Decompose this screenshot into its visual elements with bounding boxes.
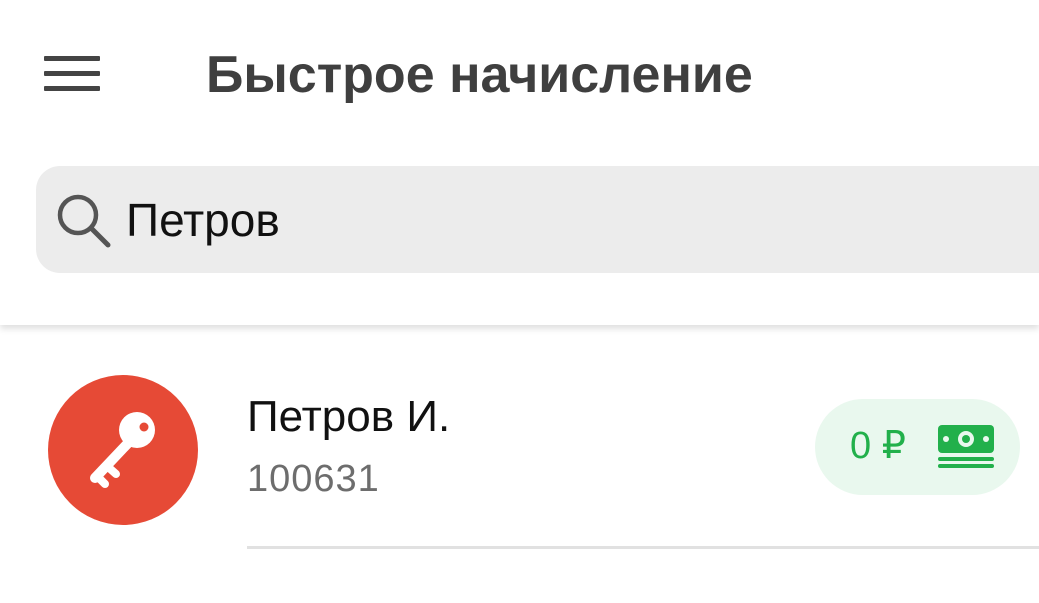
- search-input[interactable]: [126, 186, 1006, 254]
- app-screen: Быстрое начисление Петров И. 100631 0: [0, 0, 1039, 603]
- divider: [247, 546, 1039, 549]
- key-icon: [90, 412, 155, 488]
- balance-button[interactable]: 0 ₽: [815, 399, 1020, 495]
- search-icon: [57, 194, 111, 248]
- list-item[interactable]: Петров И. 100631 0 ₽: [0, 325, 1039, 547]
- money-icon: [938, 425, 994, 468]
- results-list: Петров И. 100631 0 ₽: [0, 325, 1039, 603]
- avatar: [48, 375, 198, 525]
- hamburger-menu-icon[interactable]: [40, 48, 104, 100]
- account-id: 100631: [247, 458, 380, 500]
- header: Быстрое начисление: [0, 0, 1039, 325]
- contact-name: Петров И.: [247, 392, 451, 441]
- page-title: Быстрое начисление: [206, 46, 753, 104]
- balance-amount: 0 ₽: [850, 425, 906, 467]
